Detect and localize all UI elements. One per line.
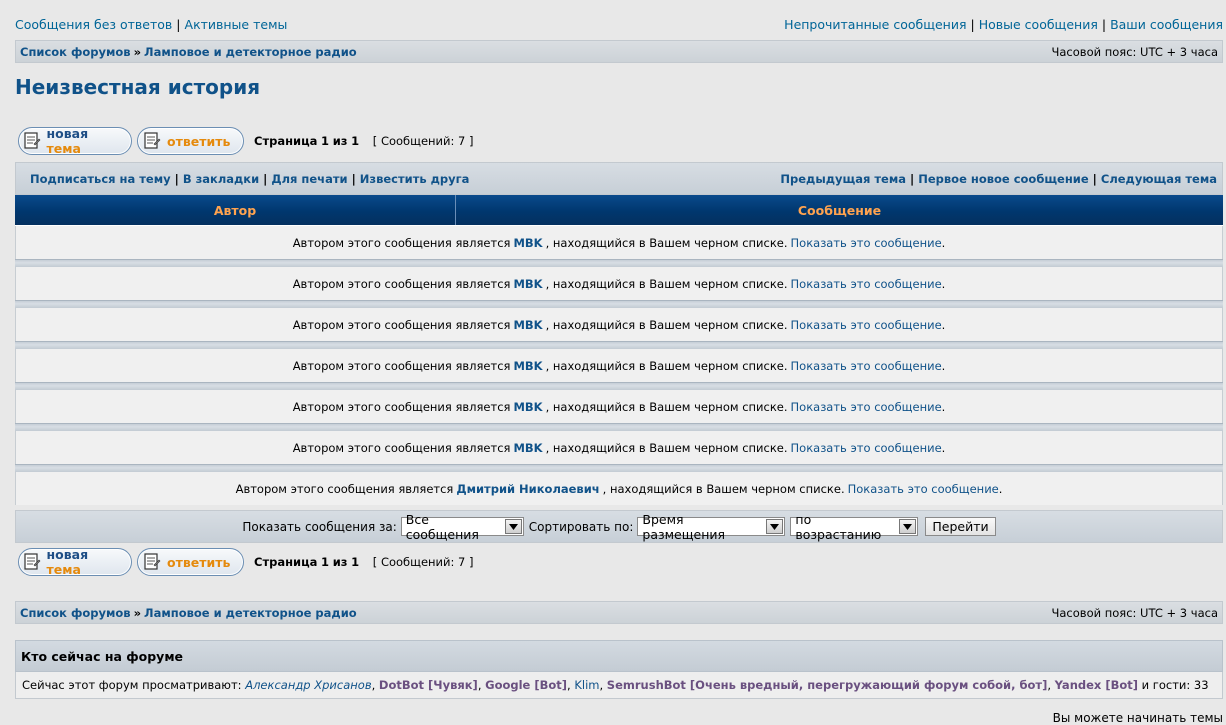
- author-column-header: Автор: [15, 195, 456, 225]
- reply-button[interactable]: ответить: [137, 548, 244, 576]
- top-links: Сообщения без ответов | Активные темы Непр…: [15, 17, 1223, 32]
- table-row: Автором этого сообщения является MBK, нах…: [15, 308, 1223, 341]
- new-topic-button[interactable]: новая тема: [18, 547, 132, 577]
- post-separator: [15, 300, 1223, 308]
- reply-button[interactable]: ответить: [137, 127, 244, 155]
- show-post-link[interactable]: Показать это сообщение: [791, 236, 942, 250]
- show-post-link[interactable]: Показать это сообщение: [848, 482, 999, 496]
- post-separator: [15, 382, 1223, 390]
- table-row: Автором этого сообщения является MBK, нах…: [15, 349, 1223, 382]
- online-user-link[interactable]: SemrushBot [Очень вредный, перегружающий…: [607, 678, 1048, 692]
- post-separator: [15, 259, 1223, 267]
- online-user-link[interactable]: Александр Хрисанов: [245, 678, 371, 692]
- post-buttons-bottom: новая тема ответить Страница 1 из 1 [ Со…: [18, 546, 474, 578]
- previous-topic-link[interactable]: Предыдущая тема: [780, 172, 906, 186]
- online-user-link[interactable]: Klim: [574, 678, 599, 692]
- page-title[interactable]: Неизвестная история: [15, 75, 260, 99]
- breadcrumb: Список форумов» Ламповое и детекторное ра…: [15, 40, 1223, 63]
- breadcrumb-forum[interactable]: Ламповое и детекторное радио: [144, 606, 357, 620]
- chevron-down-icon: [504, 519, 522, 534]
- new-topic-button[interactable]: новая тема: [18, 126, 132, 156]
- post-buttons-top: новая тема ответить Страница 1 из 1 [ Со…: [18, 125, 474, 157]
- document-icon: [23, 552, 42, 572]
- timezone-label: Часовой пояс: UTC + 3 часа: [1051, 44, 1219, 59]
- go-button[interactable]: Перейти: [925, 517, 996, 536]
- show-post-link[interactable]: Показать это сообщение: [791, 318, 942, 332]
- show-post-link[interactable]: Показать это сообщение: [791, 359, 942, 373]
- document-icon: [142, 131, 162, 151]
- who-online-title: Кто сейчас на форуме: [15, 640, 1223, 672]
- post-author-link[interactable]: MBK: [513, 441, 542, 455]
- post-separator: [15, 464, 1223, 472]
- who-online-list: Сейчас этот форум просматривают: Алексан…: [15, 672, 1223, 699]
- post-author-link[interactable]: MBK: [513, 277, 542, 291]
- active-topics-link[interactable]: Активные темы: [185, 17, 288, 32]
- online-user-link[interactable]: Yandex [Bot]: [1055, 678, 1138, 692]
- pagination-info: Страница 1 из 1 [ Сообщений: 7 ]: [254, 555, 474, 569]
- unread-posts-link[interactable]: Непрочитанные сообщения: [784, 17, 966, 32]
- posts-count: [ Сообщений: 7 ]: [372, 134, 474, 148]
- table-row: Автором этого сообщения является MBK, нах…: [15, 226, 1223, 259]
- table-row: Автором этого сообщения является MBK, нах…: [15, 390, 1223, 423]
- online-user-link[interactable]: Google [Bot]: [485, 678, 567, 692]
- breadcrumb-forum-index[interactable]: Список форумов: [20, 606, 131, 620]
- breadcrumb-forum[interactable]: Ламповое и детекторное радио: [144, 45, 357, 59]
- chevron-down-icon: [766, 519, 784, 534]
- breadcrumb-forum-index[interactable]: Список форумов: [20, 45, 131, 59]
- post-author-link[interactable]: MBK: [513, 236, 542, 250]
- post-author-link[interactable]: MBK: [513, 400, 542, 414]
- posts-count: [ Сообщений: 7 ]: [372, 555, 474, 569]
- print-link[interactable]: Для печати: [271, 172, 347, 186]
- permissions-text: Вы можете начинать темы: [1052, 711, 1223, 725]
- document-icon: [142, 552, 162, 572]
- posts-table-header: Автор Сообщение: [15, 195, 1223, 226]
- post-author-link[interactable]: MBK: [513, 318, 542, 332]
- message-column-header: Сообщение: [797, 202, 882, 218]
- show-posts-select[interactable]: Все сообщения: [400, 512, 524, 542]
- breadcrumb: Список форумов» Ламповое и детекторное ра…: [15, 601, 1223, 624]
- unanswered-link[interactable]: Сообщения без ответов: [15, 17, 172, 32]
- top-links-right: Непрочитанные сообщения | Новые сообщения |…: [784, 17, 1223, 32]
- show-post-link[interactable]: Показать это сообщение: [791, 277, 942, 291]
- topic-actions-bar: Подписаться на тему | В закладки | Для печат…: [15, 162, 1223, 195]
- next-topic-link[interactable]: Следующая тема: [1101, 172, 1217, 186]
- post-author-link[interactable]: MBK: [513, 359, 542, 373]
- display-options-bar: Показать сообщения за: Все сообщения Сор…: [15, 510, 1223, 543]
- sort-by-label: Сортировать по:: [528, 519, 634, 534]
- new-posts-link[interactable]: Новые сообщения: [979, 17, 1098, 32]
- top-links-left: Сообщения без ответов | Активные темы: [15, 17, 288, 32]
- timezone-label: Часовой пояс: UTC + 3 часа: [1051, 605, 1219, 620]
- sort-by-select[interactable]: Время размещения: [637, 512, 786, 542]
- pagination-info: Страница 1 из 1 [ Сообщений: 7 ]: [254, 134, 474, 148]
- posts-list: Автором этого сообщения является MBK, нах…: [15, 226, 1223, 505]
- show-posts-label: Показать сообщения за:: [242, 519, 397, 534]
- subscribe-link[interactable]: Подписаться на тему: [30, 172, 171, 186]
- post-separator: [15, 341, 1223, 349]
- document-icon: [23, 131, 42, 151]
- show-post-link[interactable]: Показать это сообщение: [791, 400, 942, 414]
- show-post-link[interactable]: Показать это сообщение: [791, 441, 942, 455]
- sort-order-select[interactable]: по возрастанию: [790, 512, 919, 542]
- table-row: Автором этого сообщения является MBK, нах…: [15, 267, 1223, 300]
- post-author-link[interactable]: Дмитрий Николаевич: [456, 482, 599, 496]
- email-friend-link[interactable]: Известить друга: [360, 172, 470, 186]
- online-user-link[interactable]: DotBot [Чувяк]: [379, 678, 478, 692]
- table-row: Автором этого сообщения является MBK, нах…: [15, 431, 1223, 464]
- chevron-down-icon: [899, 519, 917, 534]
- your-posts-link[interactable]: Ваши сообщения: [1110, 17, 1223, 32]
- bookmark-link[interactable]: В закладки: [183, 172, 259, 186]
- post-separator: [15, 423, 1223, 431]
- first-unread-link[interactable]: Первое новое сообщение: [918, 172, 1088, 186]
- table-row: Автором этого сообщения является Дмитрий …: [15, 472, 1223, 505]
